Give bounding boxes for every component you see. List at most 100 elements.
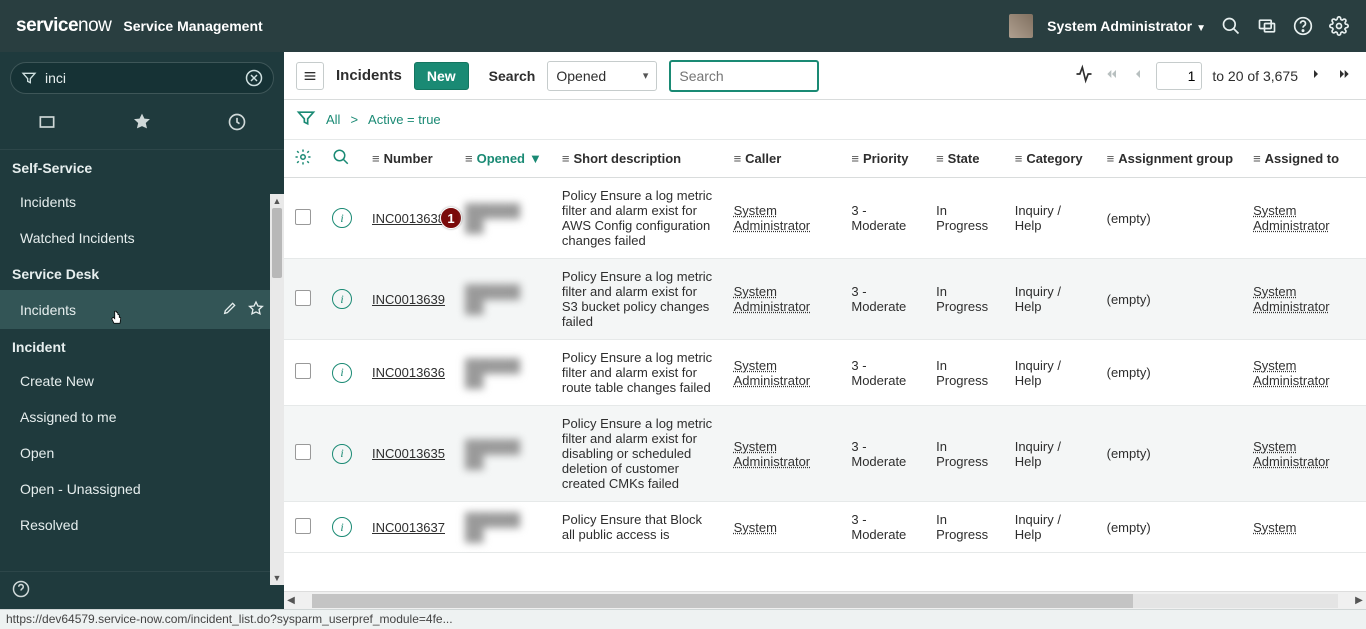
- cell-caller-link[interactable]: System Administrator: [734, 358, 811, 388]
- preview-info-icon[interactable]: i: [332, 363, 352, 383]
- horizontal-scrollbar[interactable]: ◀ ▶: [284, 591, 1366, 609]
- scroll-up-arrow[interactable]: ▲: [270, 194, 284, 208]
- col-priority[interactable]: ≡Priority: [841, 140, 926, 178]
- cell-category: Inquiry / Help: [1015, 512, 1061, 542]
- breadcrumb-filter[interactable]: Active = true: [368, 112, 441, 127]
- edit-icon[interactable]: [222, 300, 238, 319]
- col-menu-icon[interactable]: ≡: [936, 151, 944, 166]
- new-button[interactable]: New: [414, 62, 469, 90]
- search-input[interactable]: [669, 60, 819, 92]
- col-menu-icon[interactable]: ≡: [562, 151, 570, 166]
- incident-number-link[interactable]: INC0013636: [372, 365, 445, 380]
- nav-item[interactable]: Open - Unassigned: [0, 471, 284, 507]
- nav-item[interactable]: Incidents: [0, 290, 284, 329]
- cell-caller-link[interactable]: System Administrator: [734, 439, 811, 469]
- all-apps-icon[interactable]: [37, 112, 57, 135]
- col-caller[interactable]: ≡Caller: [724, 140, 842, 178]
- favorites-star-icon[interactable]: [132, 112, 152, 135]
- list-menu-button[interactable]: [296, 62, 324, 90]
- cell-assigned-to-link[interactable]: System Administrator: [1253, 439, 1330, 469]
- clear-filter-icon[interactable]: [245, 69, 263, 87]
- cell-category: Inquiry / Help: [1015, 358, 1061, 388]
- list-table-wrap[interactable]: ≡Number ≡Opened ▼ ≡Short description ≡Ca…: [284, 140, 1366, 591]
- preview-info-icon[interactable]: i: [332, 517, 352, 537]
- hscroll-thumb[interactable]: [312, 594, 1133, 608]
- nav-filter-input[interactable]: [45, 70, 237, 86]
- nav-tree[interactable]: Self-ServiceIncidentsWatched IncidentsSe…: [0, 150, 284, 571]
- col-category[interactable]: ≡Category: [1005, 140, 1097, 178]
- row-checkbox[interactable]: [295, 209, 311, 225]
- next-page-icon[interactable]: [1308, 66, 1324, 85]
- col-menu-icon[interactable]: ≡: [372, 151, 380, 166]
- page-number-input[interactable]: [1156, 62, 1202, 90]
- incident-number-link[interactable]: INC0013635: [372, 446, 445, 461]
- cell-assigned-to-link[interactable]: System Administrator: [1253, 284, 1330, 314]
- row-checkbox[interactable]: [295, 363, 311, 379]
- cell-caller-link[interactable]: System: [734, 520, 777, 535]
- row-checkbox[interactable]: [295, 290, 311, 306]
- cell-caller-link[interactable]: System Administrator: [734, 203, 811, 233]
- col-menu-icon[interactable]: ≡: [851, 151, 859, 166]
- col-opened[interactable]: ≡Opened ▼: [455, 140, 552, 178]
- col-assignment-group[interactable]: ≡Assignment group: [1097, 140, 1243, 178]
- hscroll-left-arrow[interactable]: ◀: [284, 595, 298, 606]
- col-menu-icon[interactable]: ≡: [1107, 151, 1115, 166]
- nav-item[interactable]: Open: [0, 435, 284, 471]
- col-assigned-to[interactable]: ≡ Assigned to: [1243, 140, 1366, 178]
- scroll-thumb[interactable]: [272, 208, 282, 278]
- col-state[interactable]: ≡State: [926, 140, 1005, 178]
- settings-gear-icon[interactable]: [1328, 15, 1350, 37]
- col-number[interactable]: ≡Number: [362, 140, 455, 178]
- favorite-star-icon[interactable]: [248, 300, 264, 319]
- nav-item[interactable]: Watched Incidents: [0, 220, 284, 256]
- preview-info-icon[interactable]: i: [332, 289, 352, 309]
- hscroll-right-arrow[interactable]: ▶: [1352, 595, 1366, 606]
- main-content: Incidents New Search Opened to 20 of 3,6…: [284, 52, 1366, 609]
- preview-info-icon[interactable]: i: [332, 444, 352, 464]
- preview-info-icon[interactable]: i: [332, 208, 352, 228]
- personalize-list-icon[interactable]: [294, 154, 312, 169]
- incident-number-link[interactable]: INC0013637: [372, 520, 445, 535]
- list-search-icon[interactable]: [332, 154, 350, 169]
- nav-section-title[interactable]: Self-Service: [0, 150, 284, 184]
- sidebar-help-icon[interactable]: [12, 580, 30, 601]
- first-page-icon[interactable]: [1104, 66, 1120, 85]
- col-assignedto-label: Assigned to: [1265, 151, 1339, 166]
- incident-number-link[interactable]: INC0013638: [372, 211, 445, 226]
- funnel-icon[interactable]: [296, 108, 316, 131]
- user-name[interactable]: System Administrator▼: [1047, 18, 1206, 34]
- activity-stream-icon[interactable]: [1074, 64, 1094, 87]
- cell-assigned-to-link[interactable]: System Administrator: [1253, 203, 1330, 233]
- nav-item[interactable]: Incidents: [0, 184, 284, 220]
- cell-assigned-to-link[interactable]: System Administrator: [1253, 358, 1330, 388]
- nav-filter[interactable]: [10, 62, 274, 94]
- help-icon[interactable]: [1292, 15, 1314, 37]
- history-clock-icon[interactable]: [227, 112, 247, 135]
- scroll-down-arrow[interactable]: ▼: [270, 571, 284, 585]
- conversations-icon[interactable]: [1256, 15, 1278, 37]
- avatar[interactable]: [1009, 14, 1033, 38]
- row-checkbox[interactable]: [295, 518, 311, 534]
- search-field-select[interactable]: Opened: [547, 61, 657, 91]
- incident-number-link[interactable]: INC0013639: [372, 292, 445, 307]
- prev-page-icon[interactable]: [1130, 66, 1146, 85]
- nav-item[interactable]: Create New: [0, 363, 284, 399]
- cell-caller-link[interactable]: System Administrator: [734, 284, 811, 314]
- row-checkbox[interactable]: [295, 444, 311, 460]
- last-page-icon[interactable]: [1334, 66, 1354, 85]
- col-menu-icon[interactable]: ≡: [465, 151, 473, 166]
- nav-section-title[interactable]: Service Desk: [0, 256, 284, 290]
- sidebar-scrollbar[interactable]: ▲ ▼: [270, 208, 284, 571]
- cell-short-description: Policy Ensure a log metric filter and al…: [562, 350, 712, 395]
- breadcrumb-all[interactable]: All: [326, 112, 340, 127]
- col-menu-icon[interactable]: ≡: [1015, 151, 1023, 166]
- col-short-description[interactable]: ≡Short description: [552, 140, 724, 178]
- nav-item[interactable]: Resolved: [0, 507, 284, 543]
- user-name-text: System Administrator: [1047, 18, 1192, 34]
- cell-assigned-to-link[interactable]: System: [1253, 520, 1296, 535]
- col-menu-icon[interactable]: ≡: [1253, 151, 1261, 166]
- global-search-icon[interactable]: [1220, 15, 1242, 37]
- nav-section-title[interactable]: Incident: [0, 329, 284, 363]
- nav-item[interactable]: Assigned to me: [0, 399, 284, 435]
- col-menu-icon[interactable]: ≡: [734, 151, 742, 166]
